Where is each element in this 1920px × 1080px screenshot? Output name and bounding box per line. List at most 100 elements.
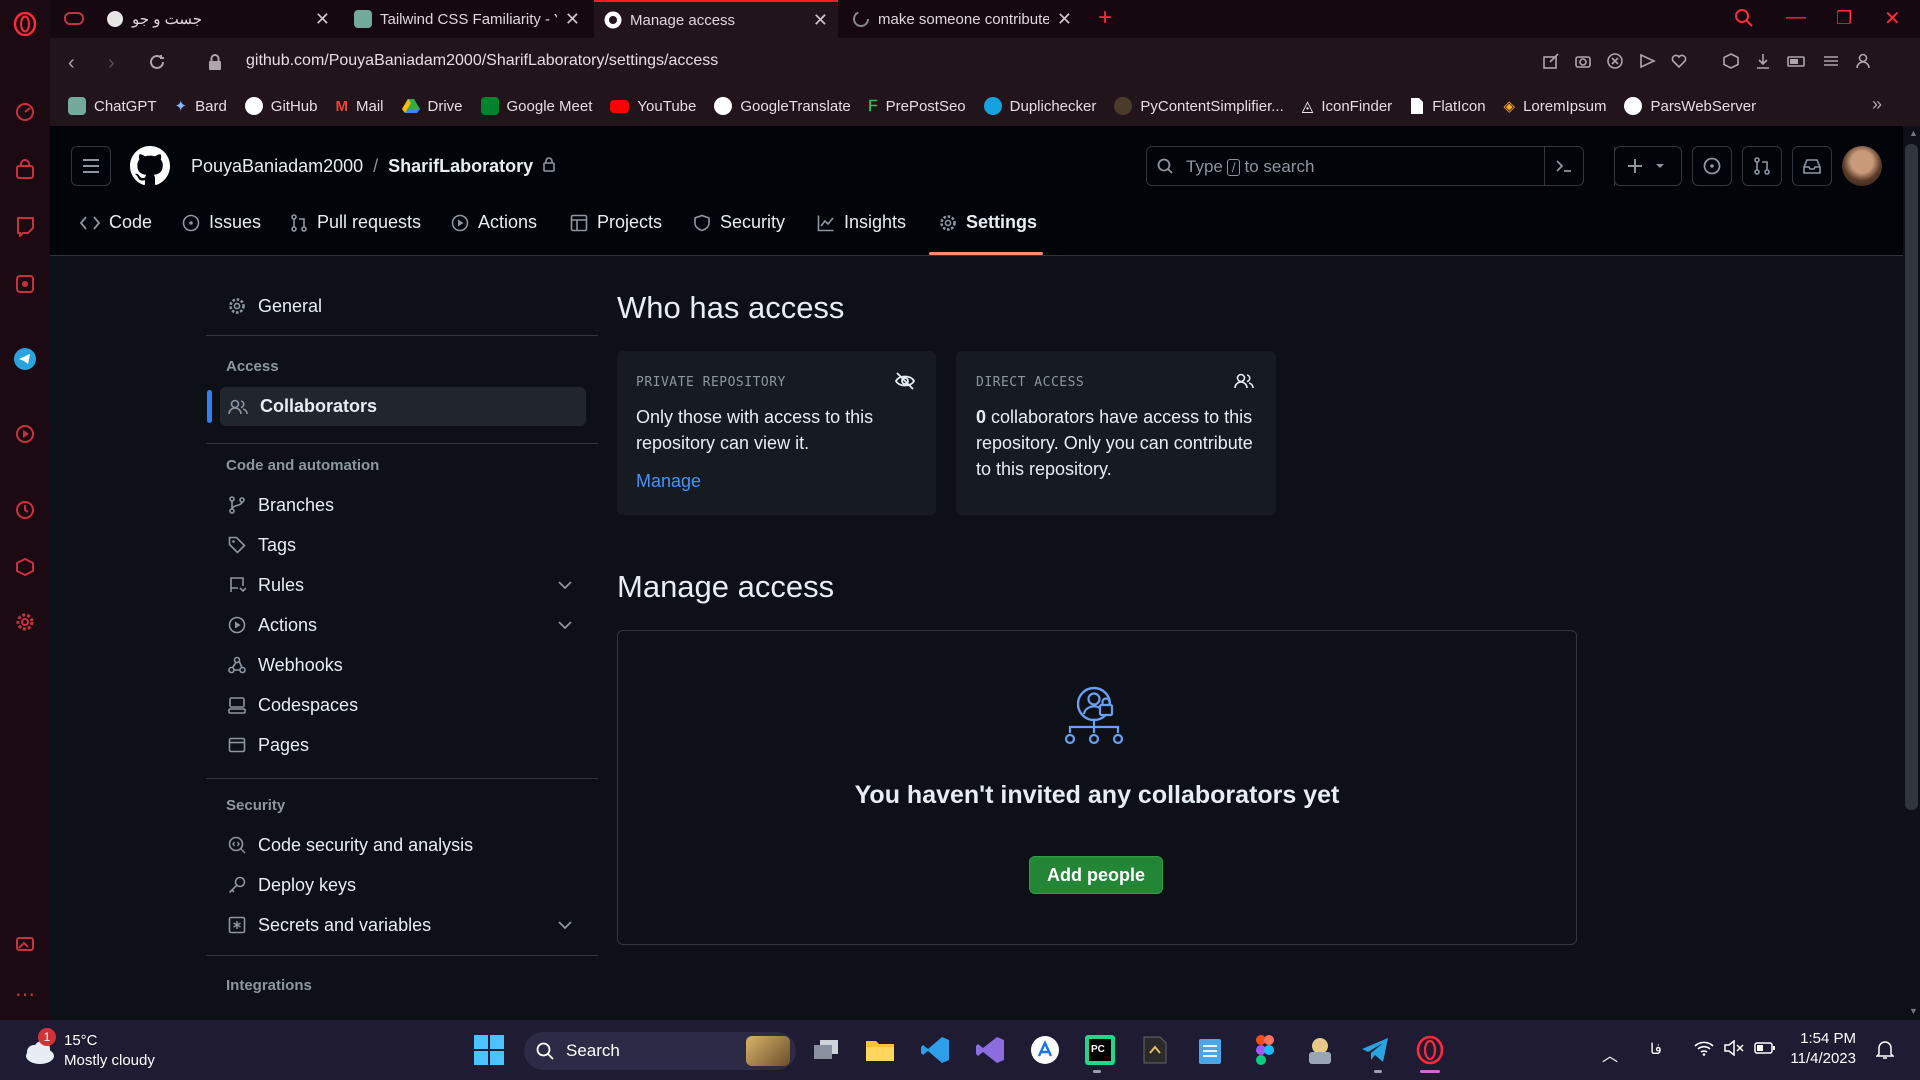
vpn-app-icon[interactable] (1304, 1034, 1336, 1066)
bookmark-chatgpt[interactable]: ChatGPT (68, 97, 157, 115)
sidebar-item-deploy-keys[interactable]: Deploy keys (220, 866, 586, 904)
bookmark-github[interactable]: GitHub (244, 97, 317, 115)
opera-logo-icon[interactable] (13, 12, 37, 36)
player-icon[interactable] (13, 422, 37, 446)
tab-projects[interactable]: Projects (570, 212, 662, 233)
github-logo-icon[interactable] (130, 146, 170, 186)
twitch-icon[interactable] (13, 214, 37, 238)
tab-tailwind[interactable]: Tailwind CSS Familiarity - Yo ✕ (344, 0, 590, 38)
more-icon[interactable]: ⋯ (13, 982, 37, 1006)
clock-time[interactable]: 1:54 PM (1786, 1030, 1856, 1047)
tab-security[interactable]: Security (693, 212, 785, 233)
sidebar-item-branches[interactable]: Branches (220, 486, 586, 524)
bookmark-prepostseo[interactable]: ᖴ PrePostSeo (869, 98, 966, 115)
send-icon[interactable] (1638, 52, 1656, 70)
shopping-icon[interactable] (13, 158, 37, 182)
repo-owner-link[interactable]: PouyaBaniadam2000 (191, 156, 363, 177)
inbox-button[interactable] (1792, 146, 1832, 186)
bookmark-duplichecker[interactable]: Duplichecker (983, 97, 1096, 115)
pycharm-icon[interactable]: PC (1084, 1034, 1116, 1066)
tab-contributor[interactable]: make someone contributer ✕ (842, 0, 1082, 38)
sidebar-item-pages[interactable]: Pages (220, 726, 586, 764)
sidebar-item-collaborators[interactable]: Collaborators (220, 387, 586, 426)
tab-settings[interactable]: Settings (939, 212, 1037, 233)
start-icon[interactable] (473, 1034, 505, 1066)
chevron-up-icon[interactable]: ︿ (1602, 1042, 1618, 1066)
hamburger-menu-button[interactable] (71, 146, 111, 186)
telegram-icon[interactable] (13, 347, 37, 371)
tab-code[interactable]: Code (80, 212, 152, 233)
chevron-down-icon[interactable] (558, 580, 572, 590)
notepad-icon[interactable] (1194, 1034, 1226, 1066)
close-icon[interactable]: ✕ (1057, 9, 1072, 30)
speed-dial-icon[interactable] (13, 100, 37, 124)
extensions-icon[interactable] (13, 555, 37, 579)
heart-icon[interactable] (1670, 52, 1688, 70)
bookmark-bard[interactable]: ✦ Bard (175, 97, 227, 116)
download-icon[interactable] (1754, 52, 1772, 70)
tab-pull-requests[interactable]: Pull requests (290, 212, 421, 233)
close-window-icon[interactable]: ✕ (1884, 6, 1901, 31)
figma-icon[interactable] (1249, 1034, 1281, 1066)
bookmarks-overflow-icon[interactable]: » (1872, 94, 1882, 115)
bookmark-mail[interactable]: M Mail (335, 98, 383, 115)
issues-button[interactable] (1692, 146, 1732, 186)
sidebar-item-secrets[interactable]: Secrets and variables (220, 906, 586, 944)
easy-setup-icon[interactable] (1822, 52, 1840, 70)
add-people-button[interactable]: Add people (1029, 856, 1163, 894)
close-icon[interactable]: ✕ (315, 9, 330, 30)
file-explorer-icon[interactable] (864, 1034, 896, 1066)
bookmark-google-meet[interactable]: Google Meet (480, 97, 592, 115)
manage-visibility-link[interactable]: Manage (636, 471, 701, 492)
sidebar-item-rules[interactable]: Rules (220, 566, 586, 604)
gamepad-icon[interactable] (64, 10, 84, 28)
new-tab-icon[interactable]: + (1098, 4, 1112, 32)
gx-control-icon[interactable] (13, 272, 37, 296)
url-field[interactable]: github.com/PouyaBaniadam2000/SharifLabor… (246, 52, 718, 70)
chevron-down-icon[interactable] (558, 920, 572, 930)
app-store-icon[interactable] (1029, 1034, 1061, 1066)
scroll-down-icon[interactable]: ▼ (1909, 1006, 1918, 1016)
bookmark-flaticon[interactable]: FlatIcon (1410, 97, 1486, 115)
scrollbar-thumb[interactable] (1905, 144, 1918, 810)
vscode-icon[interactable] (919, 1034, 951, 1066)
language-indicator[interactable]: فا (1650, 1040, 1662, 1058)
bookmark-pycontentsimplifier[interactable]: PyContentSimplifier... (1114, 97, 1284, 115)
battery-saver-icon[interactable] (1786, 52, 1808, 70)
minimize-icon[interactable]: — (1786, 6, 1806, 29)
pull-requests-button[interactable] (1742, 146, 1782, 186)
reload-icon[interactable] (148, 53, 166, 71)
clock-date[interactable]: 11/4/2023 (1786, 1050, 1856, 1067)
task-view-icon[interactable] (810, 1034, 842, 1066)
history-icon[interactable] (13, 498, 37, 522)
search-tabs-icon[interactable] (1734, 8, 1754, 28)
sidebar-item-codespaces[interactable]: Codespaces (220, 686, 586, 724)
bookmark-googletranslate[interactable]: GoogleTranslate (714, 97, 851, 115)
chevron-down-icon[interactable] (558, 620, 572, 630)
tab-actions[interactable]: Actions (451, 212, 537, 233)
lock-icon[interactable] (208, 54, 222, 70)
forward-icon[interactable]: › (108, 52, 115, 75)
bookmark-drive[interactable]: Drive (401, 98, 463, 115)
tab-issues[interactable]: Issues (182, 212, 261, 233)
visual-studio-icon[interactable] (974, 1034, 1006, 1066)
close-icon[interactable]: ✕ (813, 10, 828, 31)
system-tray[interactable] (1694, 1040, 1776, 1056)
opera-gx-icon[interactable] (1414, 1034, 1446, 1066)
sidebar-item-code-security[interactable]: Code security and analysis (220, 826, 586, 864)
tab-insights[interactable]: Insights (817, 212, 906, 233)
terminal-app-icon[interactable] (1139, 1034, 1171, 1066)
telegram-icon[interactable] (1359, 1034, 1391, 1066)
restore-icon[interactable]: ❐ (1836, 8, 1852, 29)
bookmark-parswebserver[interactable]: ParsWebServer (1624, 97, 1756, 115)
cube-icon[interactable] (1722, 52, 1740, 70)
settings-gear-icon[interactable] (13, 610, 37, 634)
repo-name-link[interactable]: SharifLaboratory (388, 156, 533, 177)
profile-icon[interactable] (1854, 52, 1872, 70)
adblock-icon[interactable] (1606, 52, 1624, 70)
back-icon[interactable]: ‹ (68, 52, 75, 75)
command-palette-icon[interactable] (1555, 158, 1573, 174)
share-icon[interactable] (1542, 52, 1560, 70)
bookmark-youtube[interactable]: YouTube (610, 98, 696, 115)
sidebar-item-webhooks[interactable]: Webhooks (220, 646, 586, 684)
